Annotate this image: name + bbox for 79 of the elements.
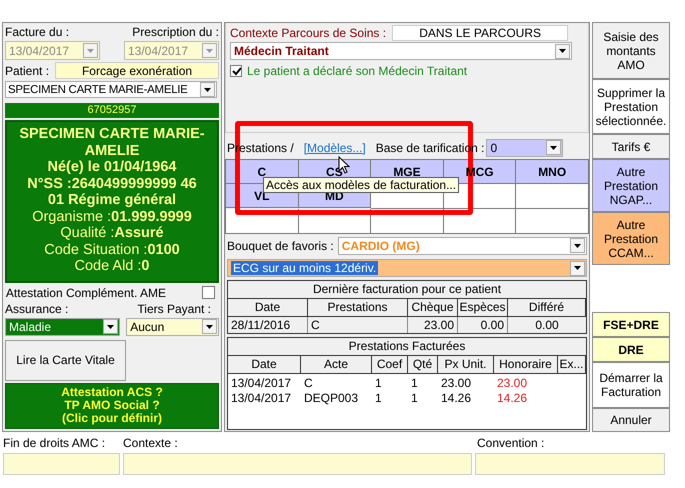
base-select[interactable]: 0 — [486, 138, 564, 156]
table-cell-text: 13/04/2017 — [230, 376, 292, 391]
prescription-label: Prescription du : — [132, 25, 219, 39]
facture-label: Facture du : — [5, 25, 70, 39]
action-button[interactable]: Supprimer la Prestation sélectionnée. — [592, 79, 670, 134]
table-cell-text: C — [303, 376, 314, 391]
patient-select[interactable]: SPECIMEN CARTE MARIE-AMELIE — [5, 81, 217, 98]
input-field[interactable] — [123, 453, 472, 475]
table-cell: 28/11/2016 — [228, 317, 308, 333]
dropdown-icon[interactable] — [559, 49, 566, 53]
column-header: Prestations — [308, 299, 408, 317]
table-cell-text: 0.00 — [534, 317, 560, 333]
table-cell-text: 14.26 — [440, 391, 472, 406]
table-cell: C — [308, 317, 408, 333]
card-line: N°SS :2640499999999 46 — [26, 176, 198, 192]
table-cell-text: 1 — [374, 376, 383, 391]
table-cell-text: 23.00 — [496, 376, 528, 391]
card-line: Né(e) le 01/04/1964 — [46, 159, 178, 176]
card-line: Code Situation :0100 — [43, 242, 181, 258]
ame-checkbox[interactable] — [202, 286, 215, 300]
declared-label: Le patient a déclaré son Médecin Traitant — [247, 64, 468, 78]
column-header: Chèque — [408, 299, 458, 317]
dropdown-icon[interactable] — [550, 146, 558, 150]
models-link[interactable]: [Modèles...] — [304, 140, 366, 154]
dropdown-icon[interactable] — [574, 266, 581, 270]
declared-checkbox[interactable] — [230, 65, 242, 77]
column-header: Date — [228, 299, 308, 317]
tiers-payant-select[interactable]: Aucun — [126, 318, 219, 336]
tooltip: Accès aux modèles de facturation... — [263, 177, 460, 193]
footer-label: Convention : — [476, 436, 546, 450]
action-button[interactable]: Démarrer la Facturation — [592, 362, 670, 408]
assurance-select[interactable]: Maladie — [5, 318, 120, 336]
card-line: Organisme :01.999.9999 — [31, 208, 193, 226]
table-cell-text: DEQP003 — [303, 391, 360, 406]
card-line: 01 Régime général — [46, 192, 178, 209]
input-field[interactable] — [475, 453, 665, 475]
action-button[interactable]: Autre Prestation CCAM... — [592, 212, 670, 265]
column-header: Espèces — [458, 299, 508, 317]
code-button[interactable]: MNO — [516, 160, 589, 184]
parcours-select[interactable]: Médecin Traitant — [230, 42, 572, 60]
dropdown-icon[interactable] — [206, 324, 213, 329]
column-header: Différé — [508, 299, 586, 317]
footer-label: Contexte : — [123, 436, 179, 450]
assurance-label: Assurance : — [5, 302, 68, 316]
parcours-legend: Contexte Parcours de Soins : — [230, 26, 386, 40]
tiers-payant-label: Tiers Payant : — [137, 302, 211, 316]
dropdown-icon[interactable] — [107, 324, 114, 329]
action-button[interactable]: Autre Prestation NGAP... — [592, 159, 670, 212]
table-cell: 0.00 — [458, 317, 508, 333]
action-button[interactable]: FSE+DRE — [592, 312, 670, 337]
table-cell-text: 1 — [410, 391, 419, 406]
dropdown-icon[interactable] — [204, 88, 211, 92]
act-select[interactable]: ECG sur au moins 12dériv. — [227, 259, 587, 277]
patient-label: Patient : — [5, 64, 50, 78]
table-cell: 23.00 — [408, 317, 458, 333]
table-cell-text: 13/04/2017 — [230, 391, 292, 406]
patient-number: 67052957 — [5, 103, 219, 118]
table-cell-text: 23.00 — [440, 376, 472, 391]
input-field[interactable] — [3, 453, 120, 475]
action-button[interactable]: Annuler — [592, 408, 670, 432]
table-cell-text: 1 — [374, 391, 383, 406]
card-line: Code Ald :0 — [74, 258, 150, 275]
table-title: Dernière facturation pour ce patient — [228, 281, 586, 299]
acs-button[interactable]: Attestation ACS ? TP AMO Social ? (Clic pour définir) — [5, 382, 219, 429]
card-line: SPECIMEN CARTE MARIE-AMELIE — [18, 126, 206, 160]
table-cell-text: 1 — [410, 376, 419, 391]
ame-label: Attestation Complément. AME — [6, 286, 166, 300]
read-card-button[interactable]: Lire la Carte Vitale — [5, 340, 126, 381]
dropdown-icon[interactable] — [574, 244, 581, 248]
favoris-label: Bouquet de favoris : — [227, 238, 334, 252]
footer-label: Fin de droits AMC : — [3, 436, 106, 450]
card-line: Qualité :Assuré — [59, 225, 165, 242]
action-button[interactable]: DRE — [592, 337, 670, 362]
parcours-status: DANS LE PARCOURS — [392, 25, 568, 41]
exoneration-button[interactable]: Forcage exonération — [55, 62, 219, 79]
action-button[interactable]: Tarifs € — [592, 134, 670, 159]
action-button[interactable]: Saisie des montants AMO — [592, 22, 670, 79]
table-title: Prestations Facturées — [228, 338, 586, 356]
table-cell-text: 14.26 — [496, 391, 528, 406]
